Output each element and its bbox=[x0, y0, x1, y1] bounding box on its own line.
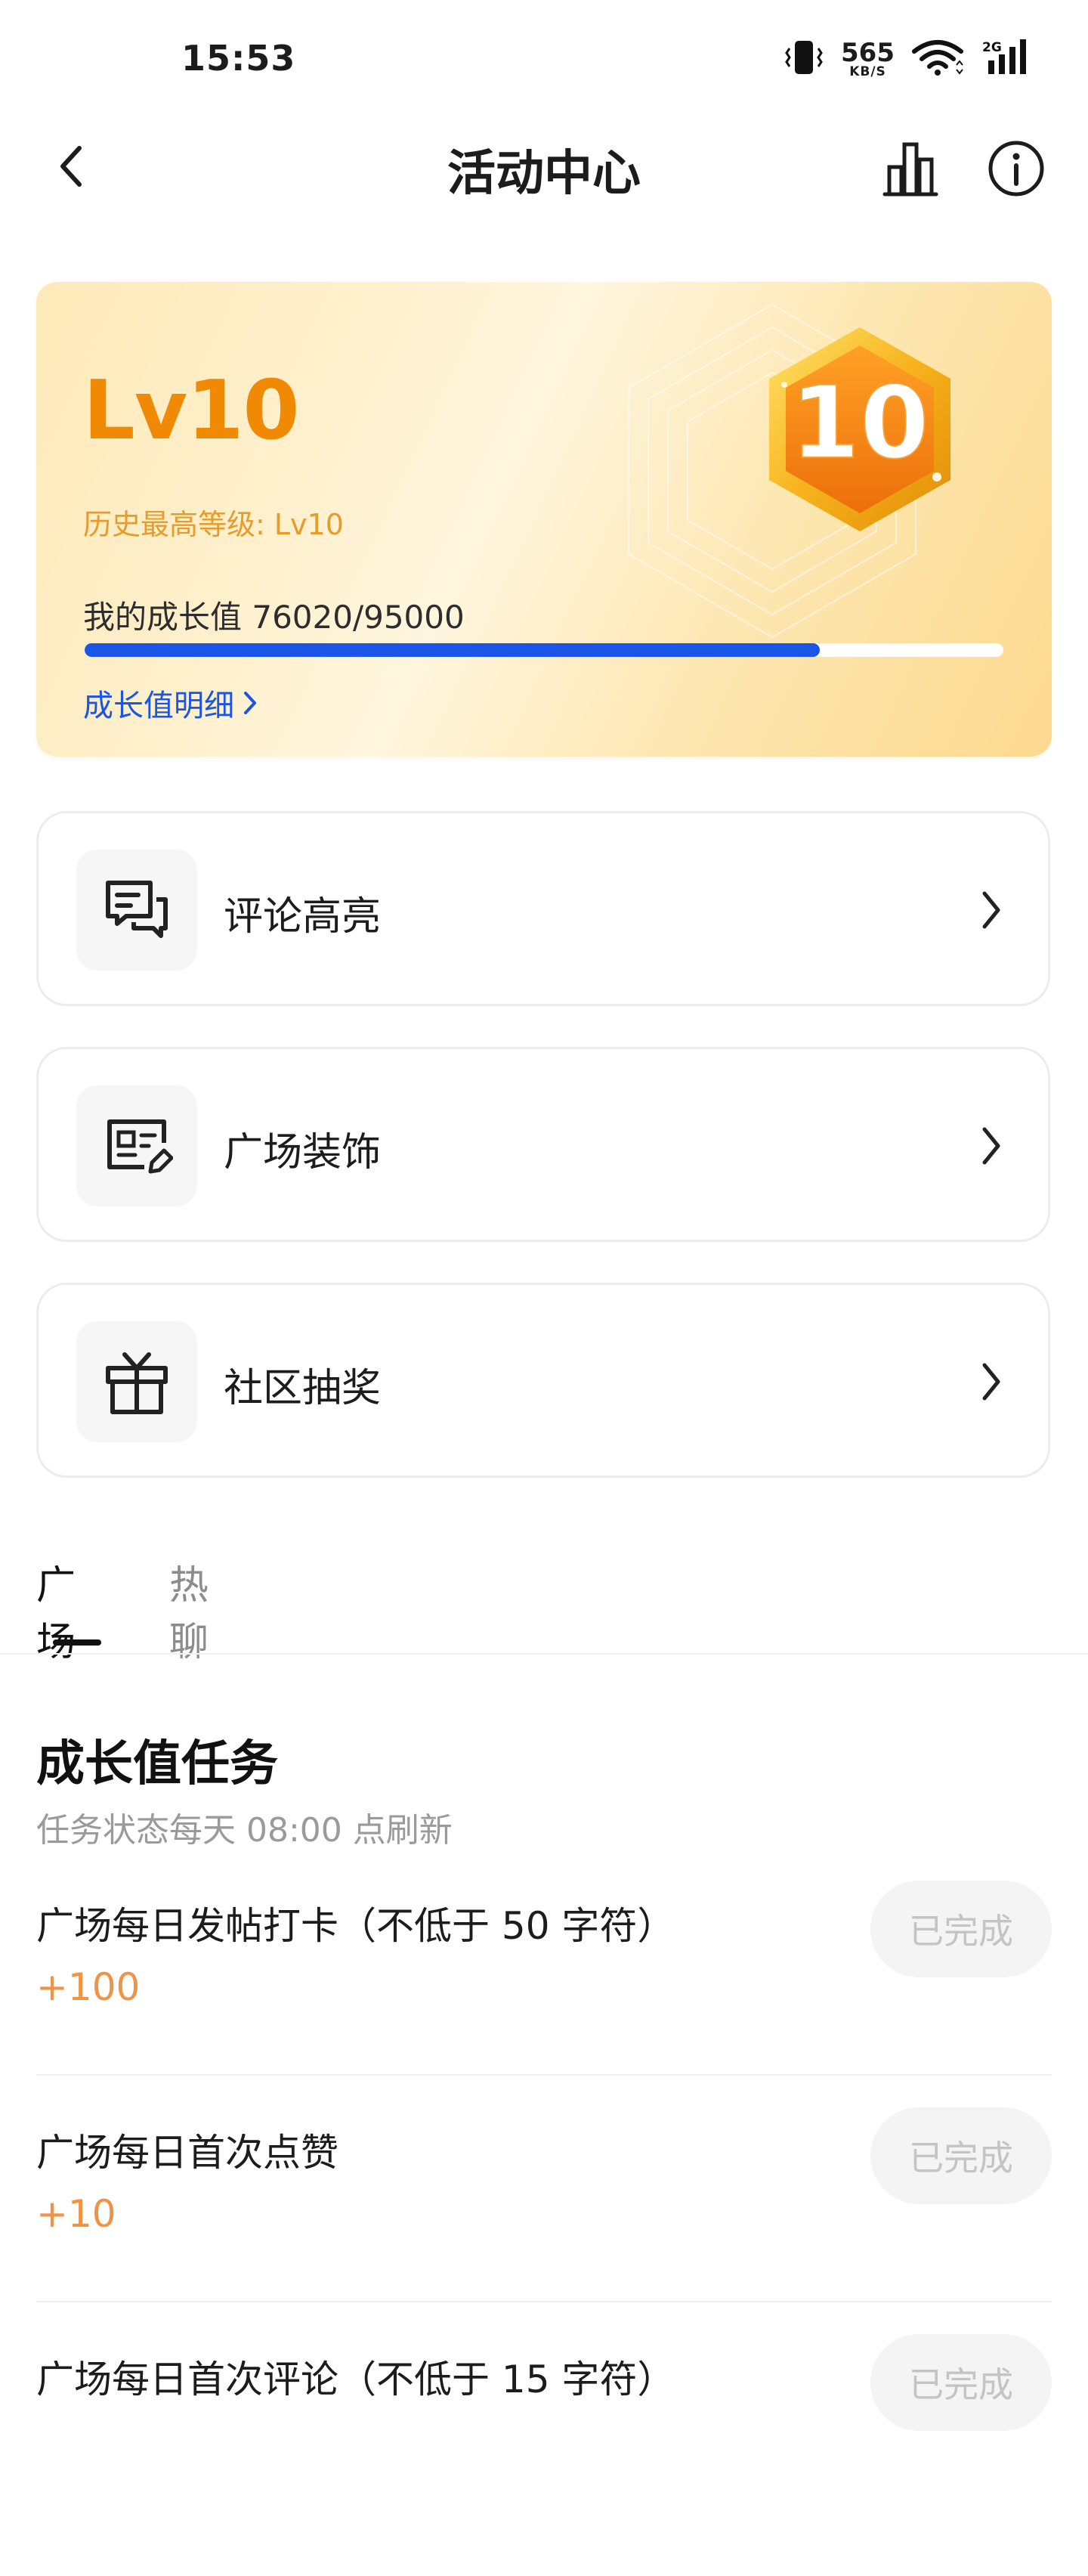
task-item: 广场每日发帖打卡（不低于 50 字符） +100 已完成 bbox=[36, 1881, 1052, 2122]
chevron-right-icon bbox=[244, 692, 256, 714]
level-badge: 10 bbox=[746, 312, 973, 546]
growth-detail-link[interactable]: 成长值明细 bbox=[83, 681, 258, 725]
tab-hot-chat[interactable]: 热聊 bbox=[169, 1553, 209, 1667]
entry-comment-highlight[interactable]: 评论高亮 bbox=[36, 811, 1050, 1006]
task-item: 广场每日首次点赞 +10 已完成 bbox=[36, 2107, 1052, 2349]
tasks-section-title: 成长值任务 bbox=[36, 1736, 278, 1792]
task-status-button[interactable]: 已完成 bbox=[870, 2107, 1052, 2204]
signal-type-label: 2G bbox=[982, 40, 1002, 55]
task-reward: +10 bbox=[36, 2192, 116, 2236]
current-level: Lv10 bbox=[83, 364, 300, 458]
badge-number: 10 bbox=[790, 365, 929, 481]
cellular-signal-icon: 2G bbox=[981, 38, 1035, 80]
entry-icon-box bbox=[76, 1321, 197, 1442]
profile-card-edit-icon bbox=[107, 1119, 173, 1174]
active-tab-indicator bbox=[53, 1639, 101, 1646]
task-title: 广场每日首次评论（不低于 15 字符） bbox=[36, 2358, 675, 2401]
growth-detail-label: 成长值明细 bbox=[83, 689, 234, 723]
tabs-divider bbox=[0, 1653, 1088, 1655]
vibrate-icon bbox=[784, 38, 824, 80]
task-reward: +100 bbox=[36, 1965, 141, 2009]
chevron-right-icon bbox=[982, 1127, 1000, 1165]
entry-label: 评论高亮 bbox=[224, 894, 382, 940]
gift-icon bbox=[106, 1352, 168, 1414]
net-speed-unit: KB/S bbox=[849, 63, 886, 79]
task-item: 广场每日首次评论（不低于 15 字符） 已完成 bbox=[36, 2334, 1052, 2576]
task-status-button[interactable]: 已完成 bbox=[870, 2334, 1052, 2431]
info-button[interactable] bbox=[982, 135, 1050, 203]
network-speed: 565 KB/S bbox=[841, 40, 895, 79]
entry-community-lottery[interactable]: 社区抽奖 bbox=[36, 1283, 1050, 1478]
bar-chart-icon bbox=[882, 142, 938, 197]
entry-icon-box bbox=[76, 850, 197, 971]
growth-progress-bar bbox=[85, 643, 1003, 657]
entry-plaza-decoration[interactable]: 广场装饰 bbox=[36, 1047, 1050, 1242]
chevron-right-icon bbox=[982, 891, 1000, 929]
header: 活动中心 bbox=[0, 113, 1088, 219]
entry-label: 广场装饰 bbox=[224, 1130, 382, 1175]
history-highest-level: 历史最高等级: Lv10 bbox=[83, 508, 344, 541]
net-speed-value: 565 bbox=[841, 37, 895, 68]
comment-highlight-icon bbox=[106, 881, 168, 938]
entry-label: 社区抽奖 bbox=[224, 1366, 382, 1411]
ranking-button[interactable] bbox=[876, 135, 944, 203]
task-title: 广场每日首次点赞 bbox=[36, 2131, 338, 2175]
task-title: 广场每日发帖打卡（不低于 50 字符） bbox=[36, 1904, 675, 1948]
tasks-section-subtitle: 任务状态每天 08:00 点刷新 bbox=[36, 1811, 453, 1850]
growth-value: 我的成长值 76020/95000 bbox=[83, 599, 465, 636]
chevron-right-icon bbox=[982, 1363, 1000, 1401]
level-card: Lv10 历史最高等级: Lv10 我的成长值 76020/95000 成长值明… bbox=[36, 282, 1052, 757]
task-divider bbox=[36, 2301, 1052, 2302]
info-circle-icon bbox=[988, 141, 1044, 197]
task-status-button[interactable]: 已完成 bbox=[870, 1881, 1052, 1977]
entry-icon-box bbox=[76, 1085, 197, 1206]
tab-plaza[interactable]: 广场 bbox=[36, 1553, 76, 1667]
wifi-icon bbox=[911, 38, 964, 80]
status-time: 15:53 bbox=[181, 38, 296, 79]
status-icons: 565 KB/S 2G bbox=[784, 36, 1035, 82]
task-divider bbox=[36, 2074, 1052, 2076]
status-bar: 15:53 565 KB/S 2G bbox=[0, 0, 1088, 113]
growth-progress-fill bbox=[85, 643, 820, 657]
